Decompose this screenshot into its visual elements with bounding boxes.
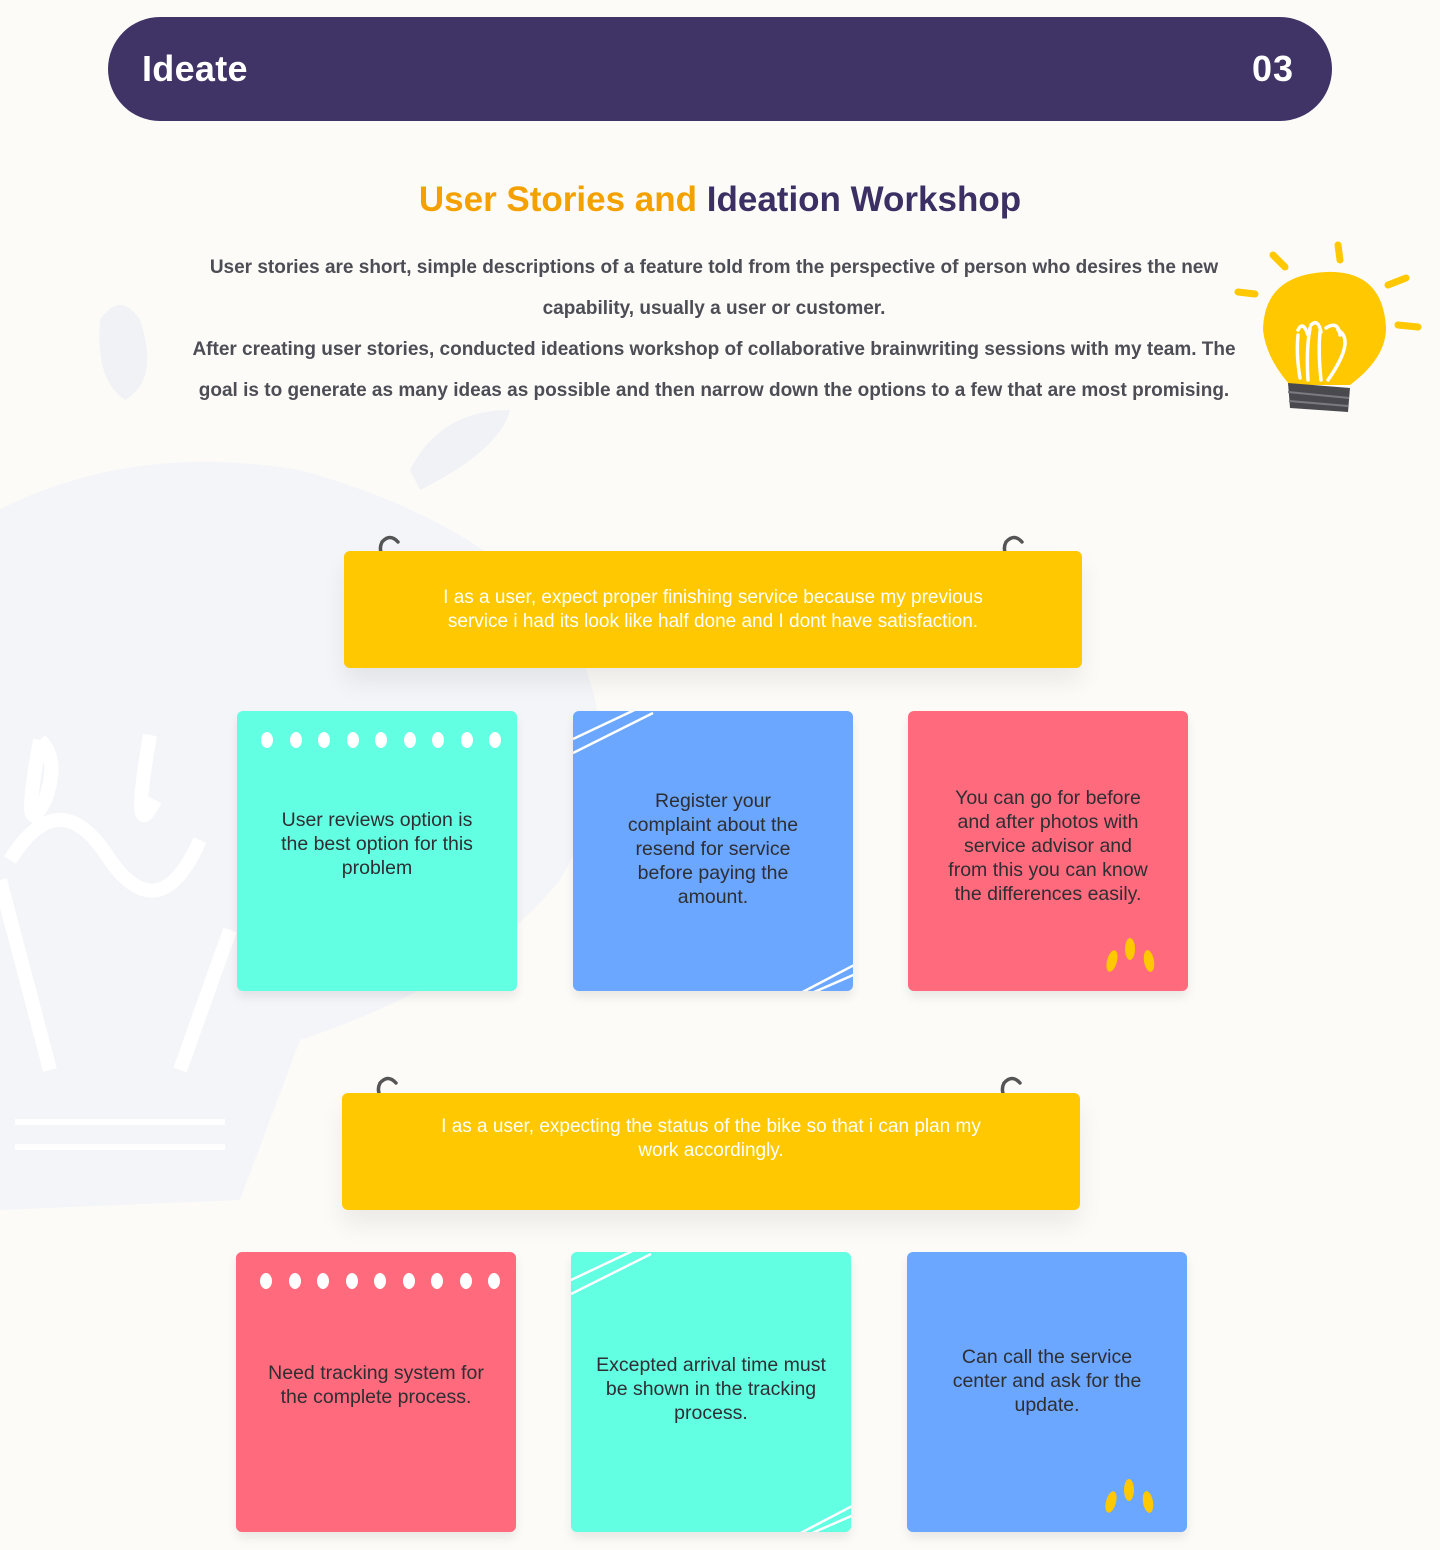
idea-text: Excepted arrival time must be shown in t… <box>596 1354 826 1424</box>
idea-text: You can go for before and after photos w… <box>948 787 1148 905</box>
intro-text: User stories are short, simple descripti… <box>190 247 1238 411</box>
section-title: Ideate <box>142 48 248 89</box>
page-title-part-2: Ideation Workshop <box>706 180 1022 219</box>
sparkle-icon <box>1106 938 1155 972</box>
page-title-part-1: User Stories and <box>418 180 698 219</box>
intro-paragraph-2: After creating user stories, conducted i… <box>192 339 1236 401</box>
idea-sticky-note: Register your complaint about the resend… <box>573 711 853 991</box>
user-story-text: I as a user, expect proper finishing ser… <box>443 586 983 632</box>
idea-sticky-note: User reviews option is the best option f… <box>237 711 517 991</box>
sparkle-icon <box>1105 1479 1154 1513</box>
user-story-card: I as a user, expecting the status of the… <box>342 1093 1080 1210</box>
section-number: 03 <box>1251 48 1294 89</box>
idea-text: User reviews option is the best option f… <box>281 809 473 879</box>
idea-sticky-note: Can call the service center and ask for … <box>907 1252 1187 1532</box>
idea-text: Can call the service center and ask for … <box>952 1346 1142 1416</box>
intro-paragraph-1: User stories are short, simple descripti… <box>209 257 1219 319</box>
page-title: User Stories and Ideation Workshop <box>0 180 1440 220</box>
idea-text: Need tracking system for the complete pr… <box>268 1362 484 1408</box>
lightbulb-icon <box>1234 241 1422 412</box>
note-punch-holes <box>261 732 501 748</box>
idea-sticky-note: Excepted arrival time must be shown in t… <box>571 1252 851 1532</box>
user-story-text: I as a user, expecting the status of the… <box>441 1116 981 1161</box>
user-story-card: I as a user, expect proper finishing ser… <box>344 551 1082 668</box>
idea-sticky-note: You can go for before and after photos w… <box>908 711 1188 991</box>
idea-text: Register your complaint about the resend… <box>627 790 799 908</box>
idea-sticky-note: Need tracking system for the complete pr… <box>236 1252 516 1532</box>
section-header: Ideate 03 <box>108 17 1332 121</box>
note-punch-holes <box>260 1273 500 1289</box>
